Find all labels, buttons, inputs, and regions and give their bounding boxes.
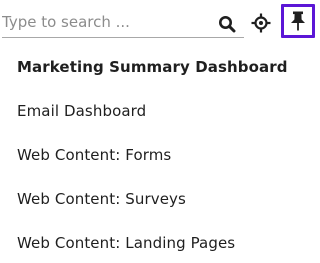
- menu-item-web-content-landing-pages[interactable]: Web Content: Landing Pages: [17, 234, 235, 252]
- menu-item-email-dashboard[interactable]: Email Dashboard: [17, 102, 146, 120]
- search-icon: [219, 16, 236, 33]
- pin-button[interactable]: [281, 4, 315, 38]
- search-button[interactable]: [216, 13, 238, 35]
- menu-item-marketing-summary-dashboard[interactable]: Marketing Summary Dashboard: [17, 58, 288, 76]
- pin-icon: [291, 11, 305, 31]
- locate-button[interactable]: [249, 11, 273, 35]
- menu-item-web-content-surveys[interactable]: Web Content: Surveys: [17, 190, 186, 208]
- search-input[interactable]: [2, 9, 207, 35]
- menu-item-web-content-forms[interactable]: Web Content: Forms: [17, 146, 171, 164]
- crosshair-icon: [251, 13, 271, 33]
- search-box: [2, 7, 244, 38]
